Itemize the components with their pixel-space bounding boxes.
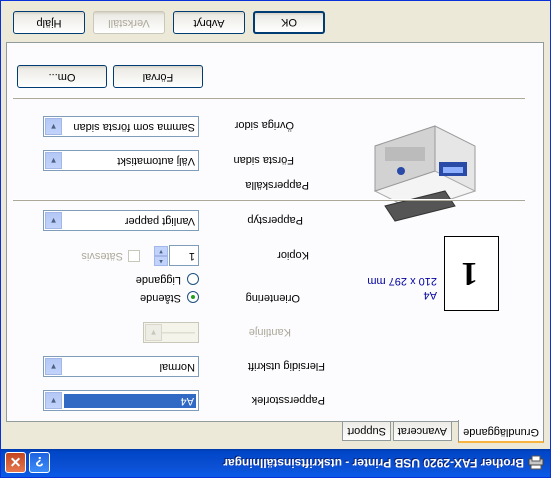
portrait-label: Stående [140, 292, 181, 304]
first-page-label: Första sidan [233, 154, 294, 166]
close-button[interactable]: ✕ [5, 452, 26, 473]
multiple-page-label: Flersidig utskrift [247, 360, 325, 372]
help-button[interactable]: Hjälp [13, 11, 85, 34]
stepper-up-icon[interactable]: ▲ [154, 256, 168, 266]
collate-checkbox[interactable] [128, 250, 140, 262]
landscape-radio[interactable] [187, 273, 199, 285]
dropdown-arrow-icon: ▼ [145, 324, 162, 341]
dropdown-arrow-icon[interactable]: ▼ [45, 392, 62, 409]
paper-size-select[interactable]: A4 ▼ [43, 390, 199, 411]
orientation-label: Orientering [245, 292, 300, 304]
copies-label: Kopior [277, 249, 309, 261]
printer-icon [528, 455, 544, 470]
portrait-radio[interactable] [187, 291, 199, 303]
window-title: Brother FAX-2920 USB Printer - utskrifts… [223, 456, 524, 470]
border-line-label: Kantlinje [248, 326, 291, 338]
border-line-select[interactable]: ———— ▼ [143, 322, 199, 343]
ok-button[interactable]: OK [253, 11, 325, 34]
first-page-value: Välj automatiskt [117, 155, 195, 167]
separator [13, 199, 525, 201]
separator [13, 97, 525, 99]
paper-preview: 1 [444, 236, 499, 311]
tab-basic[interactable]: Grundläggande [458, 420, 544, 443]
paper-name-text: A4 [423, 289, 437, 301]
other-pages-value: Samma som första sidan [73, 121, 195, 133]
paper-size-label: Pappersstorlek [251, 394, 325, 406]
paper-size-value: A4 [64, 394, 196, 408]
landscape-label: Liggande [135, 274, 181, 286]
multiple-page-select[interactable]: Normal ▼ [43, 356, 199, 377]
media-type-select[interactable]: Vanligt papper ▼ [43, 210, 199, 231]
dropdown-arrow-icon[interactable]: ▼ [45, 118, 62, 135]
question-icon: ? [35, 454, 44, 470]
other-pages-label: Övriga sidor [234, 119, 294, 131]
stepper-down-icon[interactable]: ▼ [154, 246, 168, 256]
tab-support[interactable]: Support [342, 422, 391, 441]
multiple-page-value: Normal [159, 361, 195, 373]
first-page-select[interactable]: Välj automatiskt ▼ [43, 150, 199, 171]
copies-stepper[interactable]: ▲ ▼ [154, 245, 168, 266]
about-button[interactable]: Om... [17, 65, 107, 88]
page-number-preview: 1 [461, 255, 478, 292]
paper-source-label: Papperskälla [245, 179, 309, 191]
paper-size-text: 210 x 297 mm [367, 275, 437, 287]
dropdown-arrow-icon[interactable]: ▼ [45, 212, 62, 229]
cancel-button[interactable]: Avbryt [173, 11, 245, 34]
media-type-label: Papperstyp [247, 214, 303, 226]
tab-advanced[interactable]: Avancerat [392, 422, 452, 441]
printer-preferences-dialog: Brother FAX-2920 USB Printer - utskrifts… [0, 0, 551, 478]
help-title-button[interactable]: ? [29, 452, 50, 473]
copies-input[interactable]: 1 [169, 245, 199, 266]
title-bar[interactable]: Brother FAX-2920 USB Printer - utskrifts… [1, 449, 550, 477]
other-pages-select[interactable]: Samma som första sidan ▼ [43, 116, 199, 137]
copies-value: 1 [188, 250, 195, 262]
close-icon: ✕ [9, 454, 22, 470]
apply-button[interactable]: Verkställ [93, 11, 165, 34]
basic-settings-panel: 1 A4 210 x 297 mm Pappersstorlek A4 ▼ Fl… [6, 42, 544, 422]
collate-label: Sätesvis [81, 250, 123, 262]
printer-image [373, 125, 477, 222]
dropdown-arrow-icon[interactable]: ▼ [45, 152, 62, 169]
dropdown-arrow-icon[interactable]: ▼ [45, 358, 62, 375]
default-button[interactable]: Förval [113, 65, 203, 88]
media-type-value: Vanligt papper [124, 215, 195, 227]
